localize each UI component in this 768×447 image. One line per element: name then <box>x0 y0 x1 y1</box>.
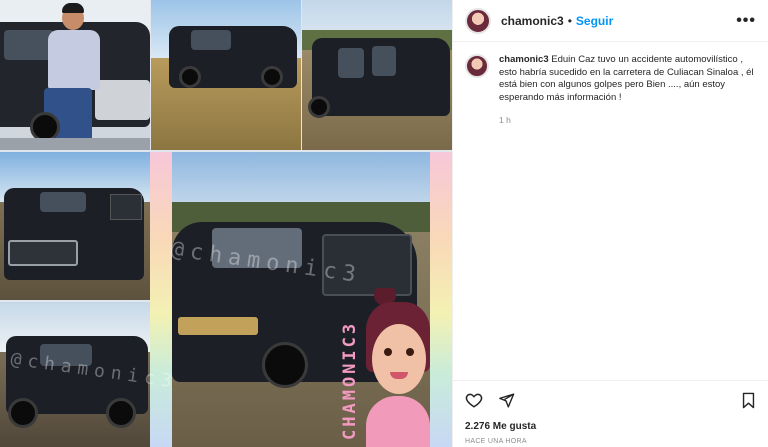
bookmark-icon[interactable] <box>739 391 757 409</box>
caption-avatar[interactable] <box>465 54 489 78</box>
photo-wreck-front <box>0 152 150 300</box>
post-actions: 2.276 Me gusta HACE UNA HORA <box>453 380 768 445</box>
send-icon[interactable] <box>497 391 515 409</box>
action-icons-row <box>465 389 757 411</box>
instagram-post: CHAMONIC3 @chamonic3 @chamonic3 chamonic… <box>0 0 768 447</box>
post-header: chamonic3 • Seguir ••• <box>453 0 768 42</box>
rainbow-strip-left <box>150 152 172 447</box>
caption-username[interactable]: chamonic3 <box>499 54 549 65</box>
more-options-icon[interactable]: ••• <box>736 12 756 30</box>
separator-dot: • <box>567 13 572 28</box>
caption-body: chamonic3 Eduin Caz tuvo un accidente au… <box>499 54 756 127</box>
photo-wreck-doors-open <box>302 0 452 150</box>
brand-watermark-vertical: CHAMONIC3 <box>340 320 360 440</box>
photo-person-with-truck <box>0 0 150 150</box>
caption: chamonic3 Eduin Caz tuvo un accidente au… <box>453 42 768 127</box>
avatar[interactable] <box>465 7 491 34</box>
post-details-panel: chamonic3 • Seguir ••• chamonic3 Eduin C… <box>452 0 768 447</box>
photo-wreck-field <box>151 0 301 150</box>
rainbow-strip-right <box>430 152 452 447</box>
heart-icon[interactable] <box>465 391 483 409</box>
brand-avatar-art <box>366 288 430 447</box>
follow-button[interactable]: Seguir <box>576 14 613 28</box>
post-image[interactable]: CHAMONIC3 @chamonic3 @chamonic3 <box>0 0 452 447</box>
username-link[interactable]: chamonic3 <box>501 14 564 28</box>
like-count[interactable]: 2.276 Me gusta <box>465 421 757 432</box>
caption-timestamp[interactable]: 1 h <box>499 114 756 127</box>
post-time: HACE UNA HORA <box>465 438 527 445</box>
